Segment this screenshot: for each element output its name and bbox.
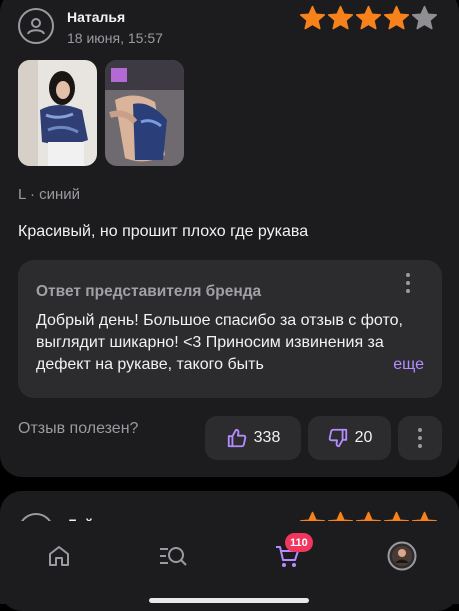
star-filled-icon: [355, 5, 382, 30]
dislike-button[interactable]: 20: [308, 416, 391, 460]
review-photo-1[interactable]: [18, 60, 97, 166]
brand-reply: Ответ представителя бренда Добрый день! …: [18, 260, 442, 398]
reply-more-options-icon[interactable]: [406, 273, 410, 293]
tab-profile[interactable]: [387, 541, 417, 571]
review-photos: [18, 60, 184, 166]
helpful-label: Отзыв полезен?: [18, 420, 139, 437]
star-filled-icon: [383, 5, 410, 30]
tab-home[interactable]: [44, 541, 74, 571]
review-photo-2[interactable]: [105, 60, 184, 166]
bottom-tab-bar: 110: [0, 521, 459, 604]
variant-label: L · синий: [18, 186, 81, 203]
thumbs-down-icon: [328, 428, 347, 448]
dislikes-count: 20: [354, 429, 373, 446]
review-more-button[interactable]: [398, 416, 442, 460]
reply-body: Добрый день! Большое спасибо за отзыв с …: [36, 312, 403, 373]
star-empty-icon: [411, 5, 438, 30]
author-avatar[interactable]: [18, 8, 54, 44]
reply-title: Ответ представителя бренда: [36, 283, 262, 300]
home-icon: [49, 546, 69, 566]
catalog-search-icon: [160, 547, 187, 566]
thumbs-up-icon: [227, 428, 246, 448]
star-filled-icon: [327, 5, 354, 30]
author-name: Наталья: [67, 9, 126, 25]
rating-stars: [299, 5, 438, 31]
profile-avatar: [387, 541, 417, 571]
user-icon: [27, 18, 45, 35]
likes-count: 338: [253, 429, 281, 446]
cart-badge: 110: [285, 533, 313, 552]
review-text: Красивый, но прошит плохо где рукава: [18, 223, 309, 240]
review-date: 18 июня, 15:57: [67, 30, 163, 46]
home-indicator: [149, 598, 309, 603]
like-button[interactable]: 338: [205, 416, 301, 460]
more-options-icon: [418, 428, 422, 448]
reply-expand-link[interactable]: еще: [369, 354, 424, 376]
star-filled-icon: [299, 5, 326, 30]
tab-catalog[interactable]: [158, 541, 188, 571]
review-card: Наталья 18 июня, 15:57 L · синий Красивы…: [0, 0, 459, 477]
